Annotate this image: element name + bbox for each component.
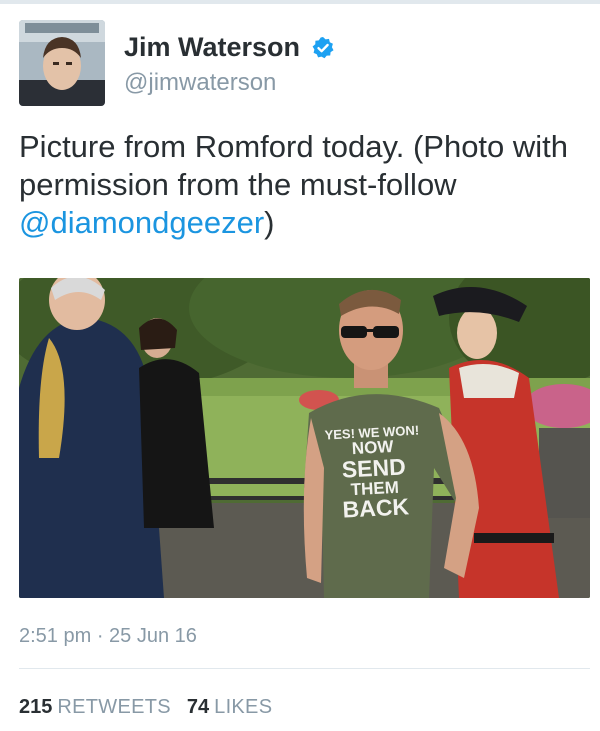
tweet-header: Jim Waterson @jimwaterson [19,20,589,108]
photo-shirt-slogan: YES! WE WON! NOW SEND THEM BACK [317,423,432,523]
likes-stat[interactable]: 74 LIKES [187,696,272,718]
display-name[interactable]: Jim Waterson [124,32,300,63]
likes-count: 74 [186,696,210,718]
tweet-text-closing: ) [264,205,275,240]
tweet-text-body: Picture from Romford today. (Photo with … [19,129,569,202]
tweet-text: Picture from Romford today. (Photo with … [19,128,589,242]
user-handle[interactable]: @jimwaterson [124,69,335,97]
retweets-stat[interactable]: 215 RETWEETS [19,696,171,718]
user-names: Jim Waterson @jimwaterson [124,32,335,97]
tweet-stats: 215 RETWEETS 74 LIKES [19,696,272,719]
retweets-count: 215 [19,696,53,718]
verified-badge-icon [311,36,335,60]
mention-link[interactable]: @diamondgeezer [19,205,264,240]
tweet-timestamp[interactable]: 2:51 pm · 25 Jun 16 [19,625,197,648]
tweet-photo[interactable]: YES! WE WON! NOW SEND THEM BACK [19,278,590,598]
stats-divider [19,668,590,669]
photo-scene [19,278,590,598]
avatar[interactable] [19,20,105,106]
top-divider [0,0,600,4]
likes-label: LIKES [214,696,273,718]
retweets-label: RETWEETS [57,696,171,718]
avatar-image [19,20,105,106]
